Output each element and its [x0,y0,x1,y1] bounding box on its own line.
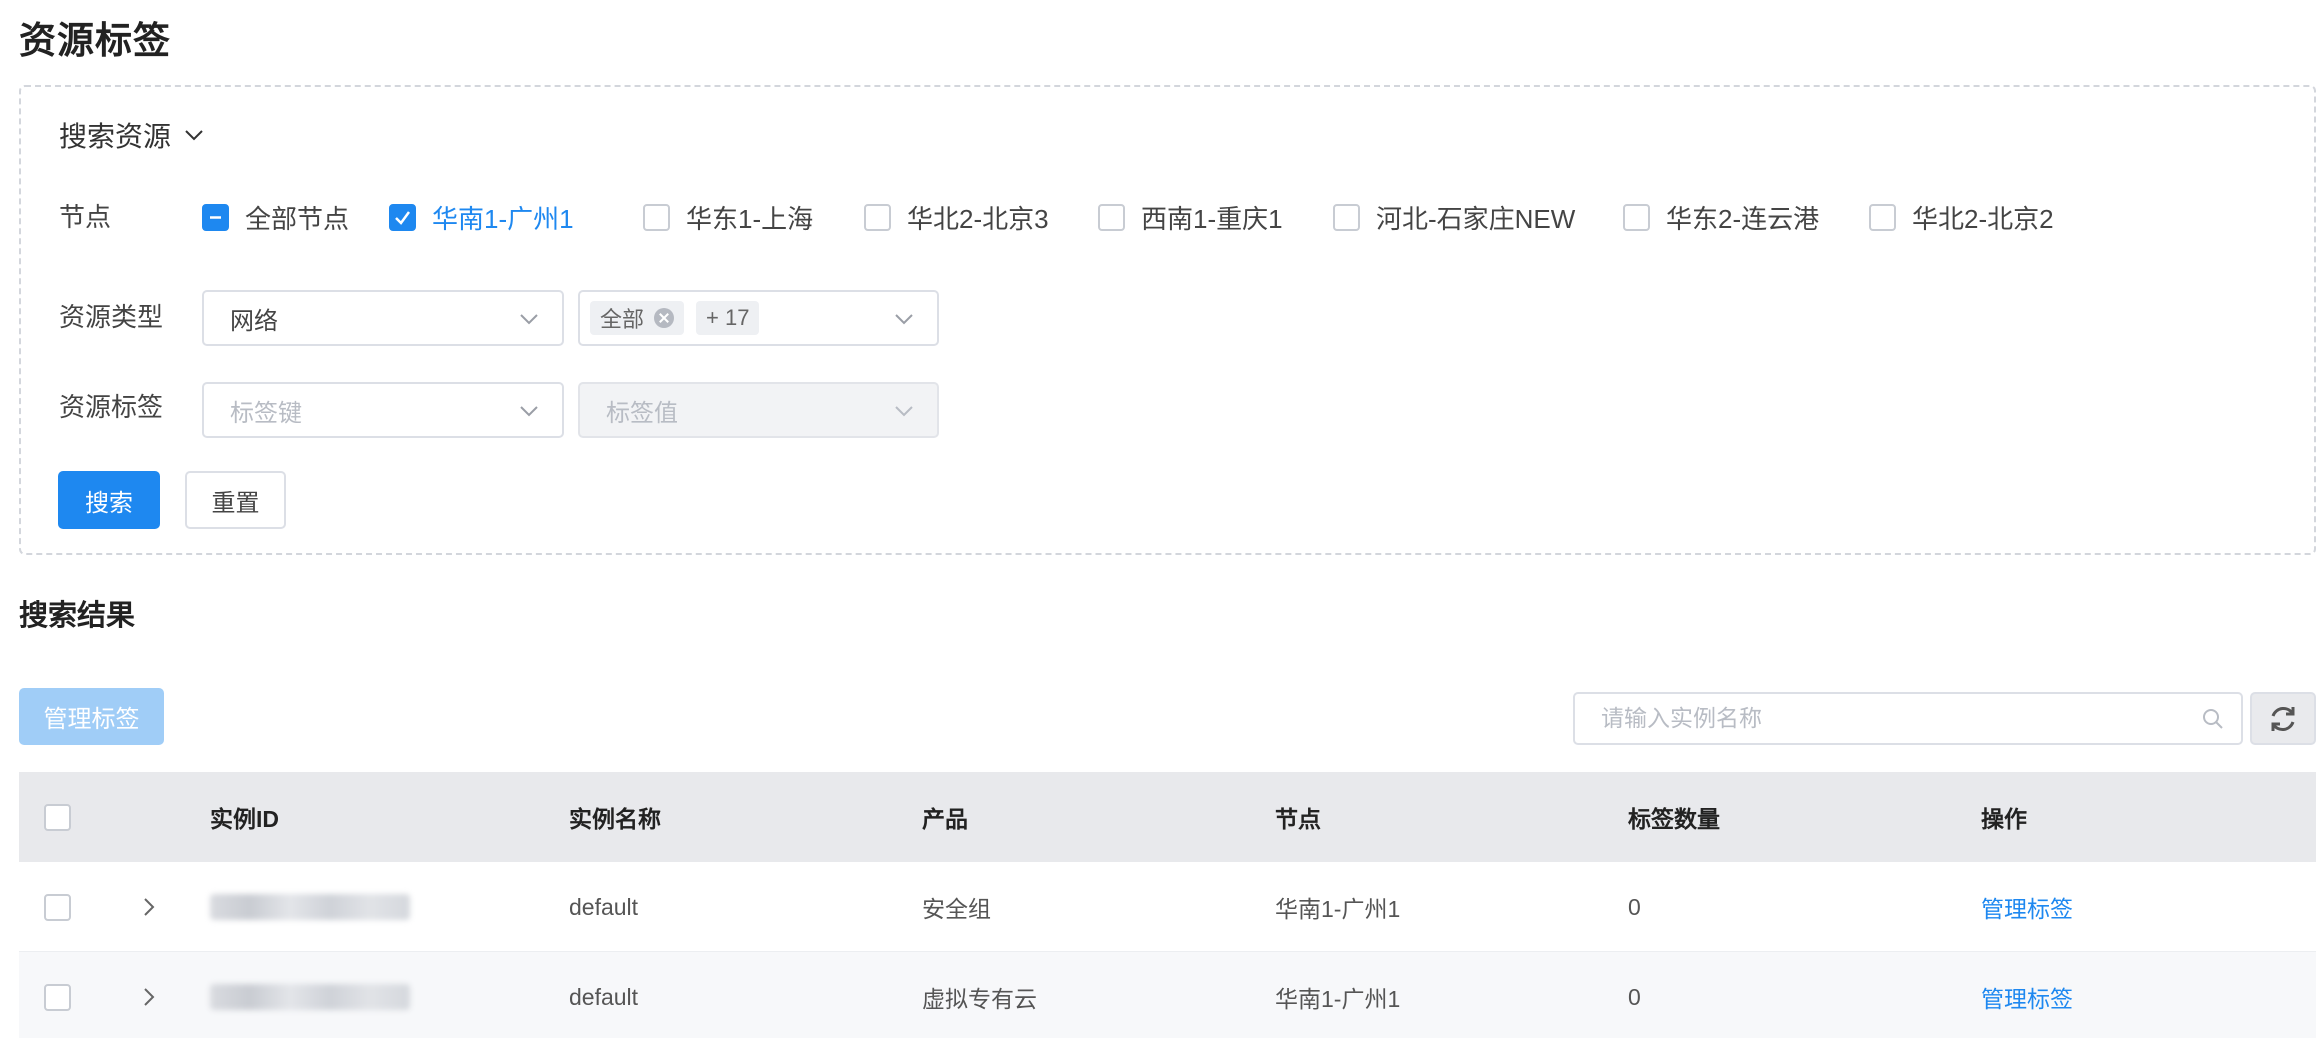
node-option-guangzhou1[interactable]: 华南1-广州1 [389,197,574,237]
refresh-icon [2271,706,2295,731]
resource-type-label: 资源类型 [59,302,164,332]
chevron-down-icon [895,314,913,325]
node-option-all[interactable]: 全部节点 [202,197,349,237]
search-icon[interactable] [2201,707,2225,731]
checkbox-icon[interactable] [1623,203,1650,231]
instance-id-cell [210,862,410,952]
instance-name-cell: default [569,983,639,1010]
chevron-down-icon [520,314,538,325]
node-option-chongqing1[interactable]: 西南1-重庆1 [1098,197,1283,237]
tag-value-placeholder: 标签值 [606,399,678,427]
node-option-label: 华北2-北京3 [907,203,1049,234]
manage-tags-button: 管理标签 [19,688,164,745]
table-row: default 虚拟专有云 华南1-广州1 0 管理标签 [19,952,2316,1038]
column-header[interactable]: 实例名称 [569,772,661,862]
product-cell: 虚拟专有云 [922,986,1037,1012]
table-header: 实例ID 实例名称 产品 节点 标签数量 操作 [19,772,2316,862]
row-checkbox-cell [44,952,71,1038]
instance-name-cell: default [569,893,639,920]
node-option-beijing3[interactable]: 华北2-北京3 [864,197,1049,237]
resource-type-select[interactable]: 网络 [202,290,564,346]
instance-name-input[interactable] [1575,694,2175,743]
resource-type-value: 网络 [230,307,278,335]
node-option-label: 全部节点 [245,203,350,234]
node-cell: 华南1-广州1 [1275,896,1401,922]
node-option-label: 西南1-重庆1 [1141,203,1283,234]
checkbox-indeterminate-icon[interactable] [202,203,229,231]
node-cell: 华南1-广州1 [1275,986,1401,1012]
search-panel-toggle-label: 搜索资源 [59,121,172,152]
search-button[interactable]: 搜索 [58,471,160,529]
chevron-down-icon [895,406,913,417]
checkbox-icon[interactable] [1098,203,1125,231]
checkbox-icon[interactable] [864,203,891,231]
page-title: 资源标签 [19,20,171,61]
chevron-down-icon [185,130,203,141]
search-panel: 搜索资源 节点 全部节点 华南1-广州1 华东1-上海 华北2-北京3 西南1-… [19,85,2316,555]
column-header: 操作 [1981,806,2027,832]
node-option-lianyungang[interactable]: 华东2-连云港 [1623,197,1819,237]
results-table: 实例ID 实例名称 产品 节点 标签数量 操作 default 安全组 华南1-… [19,772,2316,1038]
node-option-beijing2[interactable]: 华北2-北京2 [1869,197,2054,237]
tag-count-cell: 0 [1628,983,1641,1010]
node-option-shanghai[interactable]: 华东1-上海 [643,197,813,237]
chevron-down-icon [520,406,538,417]
column-header[interactable]: 实例ID [210,772,279,862]
tag-key-placeholder: 标签键 [230,399,302,427]
select-all-cell [44,772,71,862]
manage-tags-link[interactable]: 管理标签 [1981,952,2073,1038]
node-option-label: 河北-石家庄NEW [1376,203,1576,234]
masked-instance-id [210,894,410,920]
search-panel-toggle[interactable]: 搜索资源 [59,115,205,155]
checkbox-icon[interactable] [1869,203,1896,231]
manage-tags-link[interactable]: 管理标签 [1981,862,2073,952]
results-title: 搜索结果 [19,600,136,632]
chevron-right-icon [144,898,155,916]
reset-button[interactable]: 重置 [185,471,286,529]
chevron-right-icon [144,988,155,1006]
instance-name-search [1573,692,2243,745]
row-checkbox[interactable] [44,983,71,1011]
column-header[interactable]: 标签数量 [1628,772,1720,862]
product-cell: 安全组 [922,896,991,922]
node-option-label: 华北2-北京2 [1912,203,2054,234]
node-option-shijiazhuang[interactable]: 河北-石家庄NEW [1333,197,1575,237]
more-tags-chip: + 17 [696,301,760,335]
checkbox-checked-icon[interactable] [389,203,416,231]
table-row: default 安全组 华南1-广州1 0 管理标签 [19,862,2316,952]
node-option-label: 华东1-上海 [686,203,814,234]
row-checkbox[interactable] [44,893,71,921]
resource-tag-label: 资源标签 [59,392,164,422]
row-expand[interactable] [139,952,159,1038]
selected-tag-label: 全部 [600,307,645,332]
tag-key-select[interactable]: 标签键 [202,382,564,438]
checkbox-icon[interactable] [643,203,670,231]
selected-tag-chip: 全部 [590,301,685,335]
select-all-checkbox[interactable] [44,803,71,831]
close-circle-icon[interactable] [654,308,675,328]
resource-subtype-select[interactable]: 全部 + 17 [578,290,939,346]
refresh-button[interactable] [2250,692,2316,745]
node-option-label: 华东2-连云港 [1666,203,1820,234]
node-option-label: 华南1-广州1 [432,203,574,234]
node-label: 节点 [59,202,112,232]
column-header[interactable]: 节点 [1275,772,1321,862]
checkbox-icon[interactable] [1333,203,1360,231]
masked-instance-id [210,984,410,1010]
row-checkbox-cell [44,862,71,952]
tag-count-cell: 0 [1628,893,1641,920]
column-header[interactable]: 产品 [922,772,968,862]
row-expand[interactable] [139,862,159,952]
instance-id-cell [210,952,410,1038]
tag-value-select: 标签值 [578,382,939,438]
